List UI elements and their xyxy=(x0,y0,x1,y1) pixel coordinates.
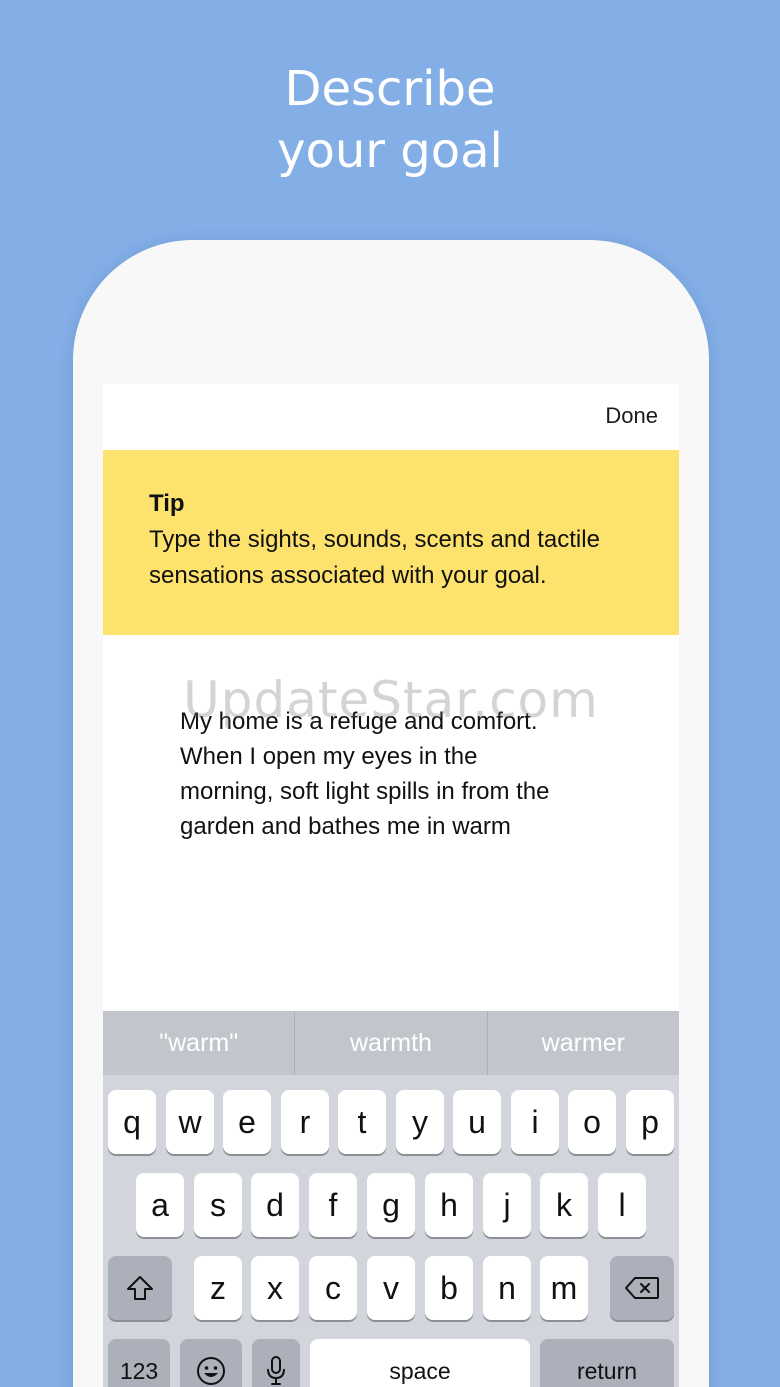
key[interactable]: a xyxy=(136,1173,184,1237)
keyboard: "warm" warmth warmer q w e r t y u i o p… xyxy=(103,1011,679,1387)
suggestion-bar: "warm" warmth warmer xyxy=(103,1011,679,1075)
key[interactable]: o xyxy=(568,1090,616,1154)
headline-line-1: Describe xyxy=(284,61,496,117)
headline-line-2: your goal xyxy=(277,123,503,179)
emoji-key[interactable] xyxy=(180,1339,242,1387)
suggestion-3[interactable]: warmer xyxy=(488,1011,679,1075)
page-headline: Describe your goal xyxy=(0,58,780,182)
tip-body: Type the sights, sounds, scents and tact… xyxy=(149,526,600,589)
key[interactable]: t xyxy=(338,1090,386,1154)
key[interactable]: x xyxy=(251,1256,299,1320)
key[interactable]: u xyxy=(453,1090,501,1154)
key[interactable]: v xyxy=(367,1256,415,1320)
key[interactable]: i xyxy=(511,1090,559,1154)
key[interactable]: d xyxy=(251,1173,299,1237)
delete-icon xyxy=(625,1277,659,1299)
dictation-key[interactable] xyxy=(252,1339,300,1387)
nav-bar: Done xyxy=(103,384,679,450)
key[interactable]: f xyxy=(309,1173,357,1237)
shift-key[interactable] xyxy=(108,1256,172,1320)
key[interactable]: m xyxy=(540,1256,588,1320)
key[interactable]: k xyxy=(540,1173,588,1237)
numbers-key[interactable]: 123 xyxy=(108,1339,170,1387)
done-button[interactable]: Done xyxy=(605,403,658,429)
app-screen: Done Tip Type the sights, sounds, scents… xyxy=(103,384,679,1387)
return-key[interactable]: return xyxy=(540,1339,674,1387)
key[interactable]: l xyxy=(598,1173,646,1237)
key[interactable]: w xyxy=(166,1090,214,1154)
key[interactable]: y xyxy=(396,1090,444,1154)
delete-key[interactable] xyxy=(610,1256,674,1320)
editor-line: garden and bathes me in warm xyxy=(180,813,511,840)
key[interactable]: e xyxy=(223,1090,271,1154)
editor-line: morning, soft light spills in from the xyxy=(180,778,550,805)
key[interactable]: r xyxy=(281,1090,329,1154)
key[interactable]: h xyxy=(425,1173,473,1237)
key[interactable]: p xyxy=(626,1090,674,1154)
key[interactable]: n xyxy=(483,1256,531,1320)
shift-icon xyxy=(127,1276,153,1300)
key[interactable]: j xyxy=(483,1173,531,1237)
key[interactable]: c xyxy=(309,1256,357,1320)
key[interactable]: g xyxy=(367,1173,415,1237)
editor-line: When I open my eyes in the xyxy=(180,743,478,770)
key[interactable]: s xyxy=(194,1173,242,1237)
key[interactable]: z xyxy=(194,1256,242,1320)
key[interactable]: q xyxy=(108,1090,156,1154)
suggestion-1[interactable]: "warm" xyxy=(103,1011,294,1075)
editor-line: My home is a refuge and comfort. xyxy=(180,708,538,735)
emoji-icon xyxy=(197,1357,225,1385)
suggestion-2[interactable]: warmth xyxy=(295,1011,486,1075)
space-key[interactable]: space xyxy=(310,1339,530,1387)
goal-text-editor[interactable]: My home is a refuge and comfort. When I … xyxy=(180,704,620,844)
tip-panel: Tip Type the sights, sounds, scents and … xyxy=(103,450,679,635)
tip-title: Tip xyxy=(149,490,185,517)
key[interactable]: b xyxy=(425,1256,473,1320)
microphone-icon xyxy=(267,1356,285,1385)
